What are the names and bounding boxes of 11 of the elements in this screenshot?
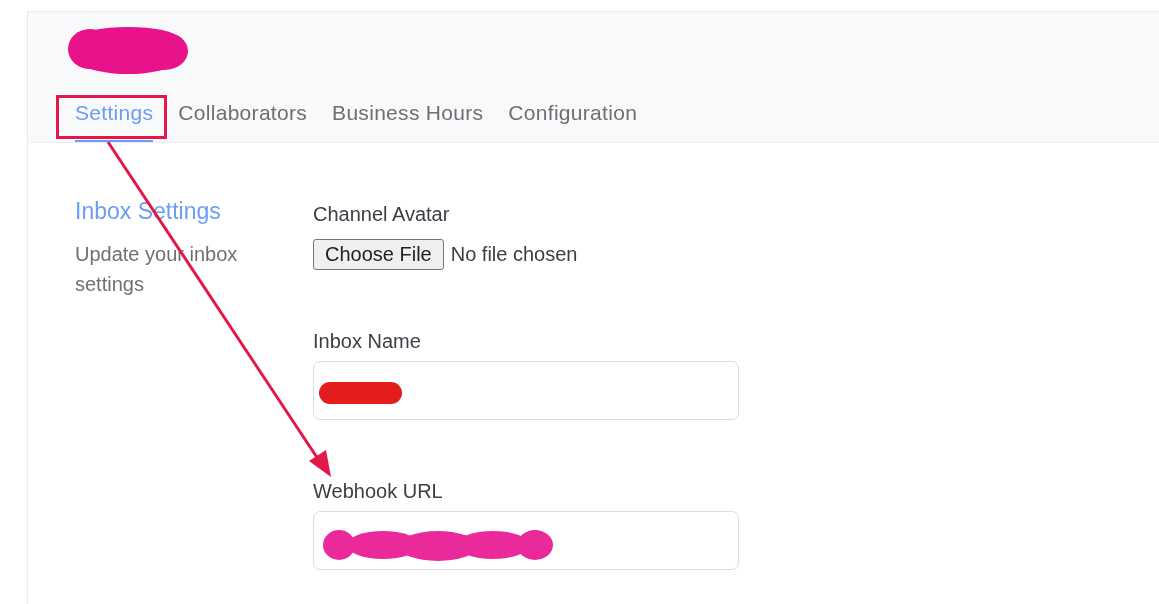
- field-label: Inbox Name: [313, 329, 421, 353]
- tab[interactable]: Configuration: [508, 100, 638, 142]
- choose-file-button[interactable]: Choose File: [313, 239, 444, 270]
- field-label: Channel Avatar: [313, 202, 450, 226]
- input-field[interactable]: [313, 361, 739, 420]
- tab[interactable]: Collaborators: [178, 100, 308, 142]
- field-label: Webhook URL: [313, 479, 443, 503]
- file-status: No file chosen: [450, 243, 578, 266]
- tab[interactable]: Settings: [75, 100, 154, 142]
- input-field[interactable]: [313, 511, 739, 570]
- tab[interactable]: Business Hours: [332, 100, 484, 142]
